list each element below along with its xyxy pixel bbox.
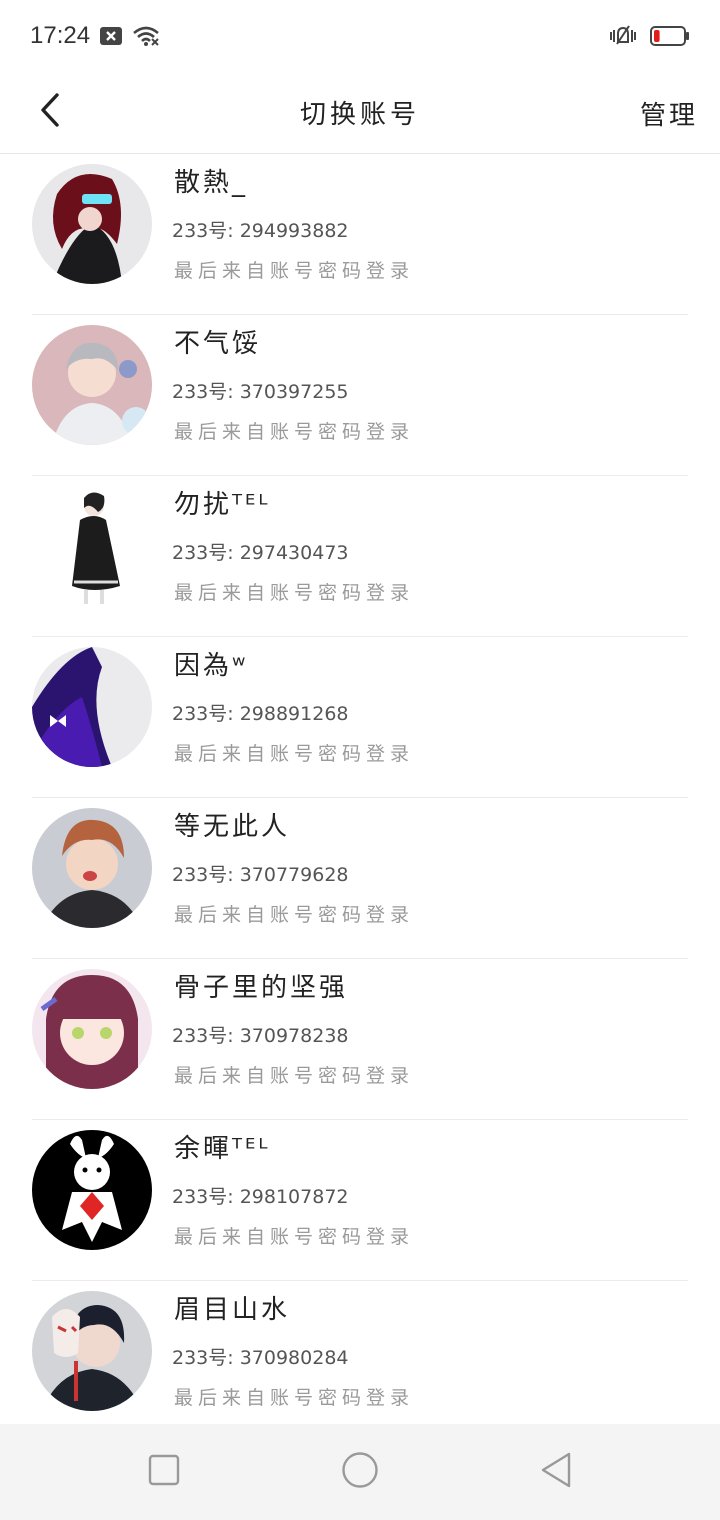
account-name: 因為ʷ (174, 651, 249, 681)
avatar (32, 647, 152, 767)
account-name: 余暉ᵀᴱᴸ (174, 1134, 271, 1164)
account-login-source: 最后来自账号密码登录 (174, 1226, 415, 1248)
avatar (32, 969, 152, 1089)
account-row[interactable]: 勿扰ᵀᴱᴸ 233号: 297430473 最后来自账号密码登录 (32, 476, 688, 637)
account-name: 不气馁 (174, 329, 262, 359)
battery-low-icon (650, 25, 690, 47)
avatar (32, 808, 152, 928)
sim-x-icon (100, 27, 123, 45)
account-login-source: 最后来自账号密码登录 (174, 1065, 415, 1087)
account-login-source: 最后来自账号密码登录 (174, 582, 415, 604)
account-row[interactable]: 眉目山水 233号: 370980284 最后来自账号密码登录 (32, 1281, 688, 1424)
account-row[interactable]: 骨子里的坚强 233号: 370978238 最后来自账号密码登录 (32, 959, 688, 1120)
account-id: 233号: 370397255 (172, 381, 349, 403)
account-name: 散熱_ (174, 168, 249, 198)
avatar (32, 1130, 152, 1250)
recent-apps-button[interactable] (144, 1452, 184, 1492)
account-row[interactable]: 余暉ᵀᴱᴸ 233号: 298107872 最后来自账号密码登录 (32, 1120, 688, 1281)
account-id: 233号: 370980284 (172, 1347, 349, 1369)
account-login-source: 最后来自账号密码登录 (174, 904, 415, 926)
manage-button[interactable]: 管理 (640, 88, 698, 138)
account-id: 233号: 294993882 (172, 220, 349, 242)
avatar (32, 325, 152, 445)
back-triangle-icon (539, 1451, 573, 1493)
account-id: 233号: 298891268 (172, 703, 349, 725)
account-name: 骨子里的坚强 (174, 973, 349, 1003)
page-title: 切换账号 (299, 100, 420, 130)
home-circle-icon (341, 1451, 379, 1493)
avatar (32, 1291, 152, 1411)
back-nav-button[interactable] (536, 1452, 576, 1492)
account-login-source: 最后来自账号密码登录 (174, 421, 415, 443)
home-button[interactable] (340, 1452, 380, 1492)
account-id: 233号: 370978238 (172, 1025, 349, 1047)
app-header: 切换账号 管理 (0, 72, 720, 154)
navigation-bar (0, 1424, 720, 1520)
account-id: 233号: 297430473 (172, 542, 349, 564)
account-name: 眉目山水 (174, 1295, 291, 1325)
recent-apps-square-icon (148, 1454, 180, 1490)
account-row[interactable]: 散熱_ 233号: 294993882 最后来自账号密码登录 (32, 154, 688, 315)
account-row[interactable]: 等无此人 233号: 370779628 最后来自账号密码登录 (32, 798, 688, 959)
status-bar: 17:24 (0, 0, 720, 72)
account-name: 勿扰ᵀᴱᴸ (174, 490, 271, 520)
avatar (32, 164, 152, 284)
account-id: 233号: 370779628 (172, 864, 349, 886)
chevron-left-icon (38, 92, 62, 132)
account-login-source: 最后来自账号密码登录 (174, 1387, 415, 1409)
avatar (32, 486, 152, 606)
back-button[interactable] (22, 84, 78, 140)
status-time: 17:24 (30, 22, 91, 49)
vibrate-mute-icon (608, 23, 638, 49)
wifi-icon (132, 25, 160, 47)
account-row[interactable]: 因為ʷ 233号: 298891268 最后来自账号密码登录 (32, 637, 688, 798)
account-row[interactable]: 不气馁 233号: 370397255 最后来自账号密码登录 (32, 315, 688, 476)
account-login-source: 最后来自账号密码登录 (174, 260, 415, 282)
account-list: 散熱_ 233号: 294993882 最后来自账号密码登录 不气馁 233号:… (0, 154, 720, 1424)
account-login-source: 最后来自账号密码登录 (174, 743, 415, 765)
account-name: 等无此人 (174, 812, 291, 842)
account-id: 233号: 298107872 (172, 1186, 349, 1208)
